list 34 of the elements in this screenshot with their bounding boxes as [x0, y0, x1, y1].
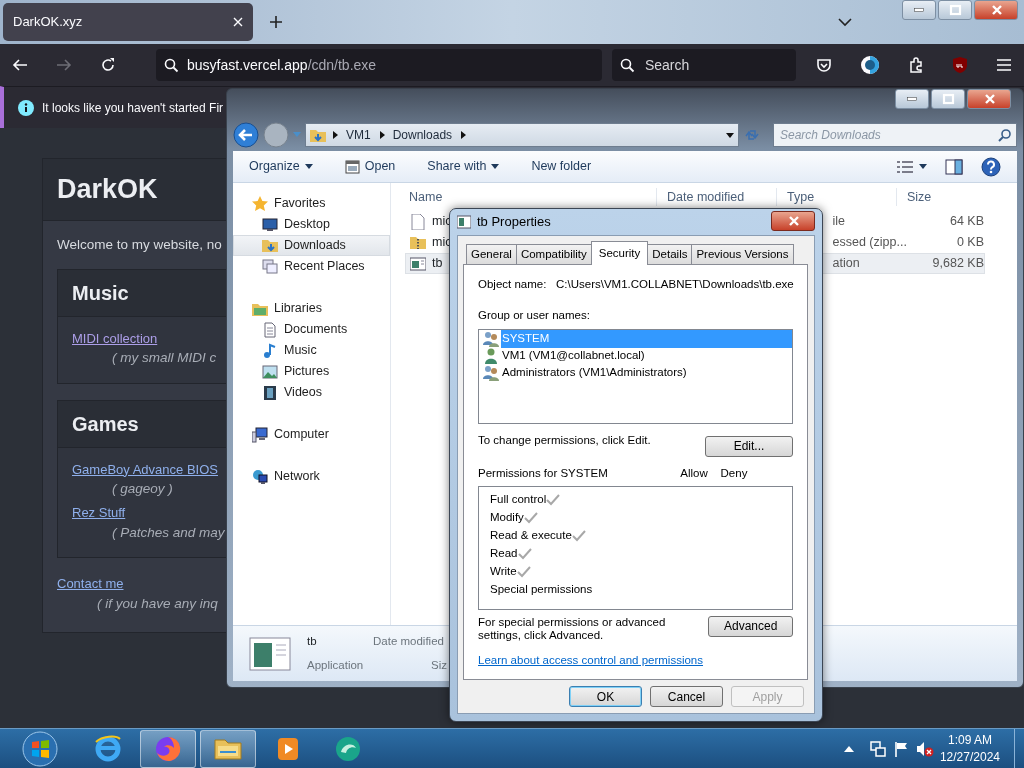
welcome-text: Welcome to my website, no — [57, 235, 222, 254]
column-header: Deny — [719, 465, 749, 481]
file-size: 0 KB — [955, 234, 984, 252]
field-label: Date modified — [373, 634, 445, 650]
file-type: Application — [307, 657, 365, 673]
clock-date: 12/27/2024 — [939, 748, 1000, 766]
column-header: Allow — [679, 465, 709, 481]
field-label: Object name: — [478, 277, 548, 292]
dialog-title: tb Properties — [477, 213, 551, 232]
instruction-text: To change permissions, click Edit. — [478, 432, 651, 448]
permission-name: Modify — [490, 510, 524, 526]
field-label: Permissions for SYSTEM — [478, 465, 609, 481]
note-text: ( gageoy ) — [112, 480, 173, 498]
instruction-text: For special permissions or advanced settings, click Advanced. — [478, 615, 667, 642]
permission-name: Full control — [490, 492, 547, 508]
permission-name: Special permissions — [490, 582, 593, 598]
file-type: ile — [832, 213, 847, 231]
permission-name: Write — [490, 564, 517, 580]
file-type: essed (zipp... — [832, 234, 908, 252]
file-size: 64 KB — [948, 213, 984, 231]
field-label: Siz — [430, 657, 447, 673]
notification-text: It looks like you haven't started Fir — [42, 99, 224, 117]
object-path: C:\Users\VM1.COLLABNET\Downloads\tb.exe — [556, 277, 794, 292]
file-size: 9,682 KB — [931, 255, 984, 273]
field-label: Group or user names: — [478, 309, 590, 322]
permission-name: Read — [490, 546, 518, 562]
file-name: tb — [432, 255, 443, 273]
note-text: ( my small MIDI c — [112, 349, 217, 368]
file-type: ation — [832, 255, 861, 273]
permission-name: Read & execute — [490, 528, 572, 544]
note-text: ( Patches and may — [112, 523, 225, 542]
file-name: tb — [307, 634, 318, 650]
note-text: ( if you have any inq — [97, 594, 218, 613]
clock-time: 1:09 AM — [946, 731, 993, 749]
